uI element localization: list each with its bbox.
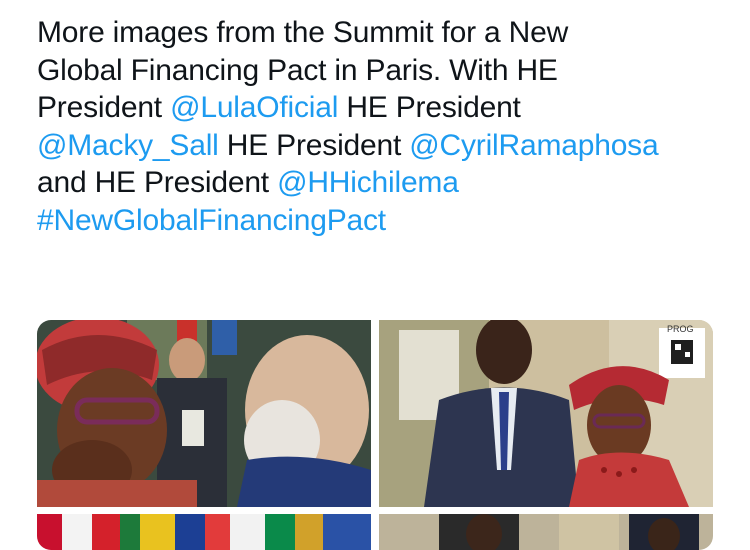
- text-segment: HE President: [218, 128, 410, 162]
- tweet-line-4: @Macky_Sall HE President @CyrilRamaphosa: [37, 127, 727, 165]
- text-segment: President: [37, 91, 171, 124]
- photo-group[interactable]: [379, 514, 713, 550]
- photo-leaders-standing[interactable]: PROG: [379, 320, 713, 507]
- mention-cyril-ramaphosa[interactable]: @CyrilRamaphosa: [409, 129, 658, 162]
- text-segment: and HE President: [37, 166, 278, 199]
- text-segment: HE President: [338, 91, 521, 124]
- tweet-text: More images from the Summit for a New Gl…: [37, 14, 727, 239]
- mention-lula[interactable]: @LulaOficial: [170, 91, 338, 124]
- tweet-line-3: President @LulaOficial HE President: [37, 89, 727, 127]
- sign-text: PROG: [667, 324, 694, 334]
- tweet-line-1: More images from the Summit for a New: [37, 16, 569, 49]
- photo-flags[interactable]: [37, 514, 371, 550]
- mention-macky-sall[interactable]: @Macky_Sall: [37, 129, 219, 162]
- hashtag-new-global-financing-pact[interactable]: #NewGlobalFinancingPact: [37, 204, 386, 237]
- mention-hhichilema[interactable]: @HHichilema: [277, 166, 459, 199]
- tweet-line-5: and HE President @HHichilema: [37, 164, 727, 202]
- media-grid: PROG: [37, 320, 713, 550]
- tweet-line-2: Global Financing Pact in Paris. With HE: [37, 53, 558, 87]
- photo-embrace[interactable]: [37, 320, 371, 507]
